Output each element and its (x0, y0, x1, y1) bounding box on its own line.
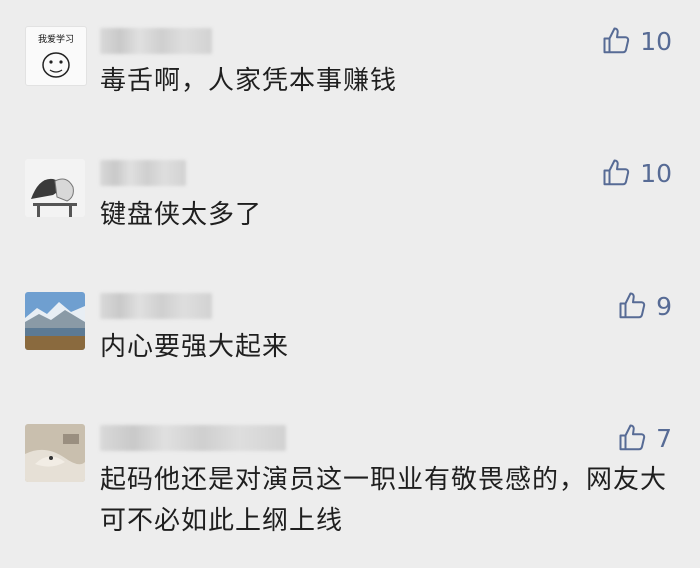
avatar[interactable]: 我爱学习 (25, 26, 87, 86)
like-count: 10 (640, 158, 672, 188)
avatar-image (25, 159, 85, 217)
like-button[interactable]: 9 (618, 289, 672, 323)
avatar-image (25, 424, 85, 482)
thumbs-up-icon (603, 27, 630, 54)
like-button[interactable]: 10 (602, 156, 672, 190)
comment-text: 内心要强大起来 (100, 332, 290, 362)
avatar-image: 我爱学习 (38, 33, 74, 78)
comment-text: 起码他还是对演员这一职业有敬畏感的，网友大可不必如此上纲上线 (100, 465, 668, 536)
thumbs-up-icon (603, 159, 630, 186)
avatar[interactable] (25, 292, 85, 350)
like-count: 7 (656, 423, 672, 453)
comment-text: 键盘侠太多了 (100, 200, 263, 230)
like-button[interactable]: 10 (602, 24, 672, 58)
username-blurred[interactable] (100, 160, 186, 186)
avatar-label: 我爱学习 (38, 33, 74, 45)
username-blurred[interactable] (100, 28, 212, 54)
username-blurred[interactable] (100, 425, 286, 451)
username-blurred[interactable] (100, 293, 212, 319)
avatar[interactable] (25, 424, 85, 482)
like-count: 9 (656, 291, 672, 321)
comment-text: 毒舌啊，人家凭本事赚钱 (100, 66, 398, 96)
avatar[interactable] (25, 159, 85, 217)
like-button[interactable]: 7 (618, 421, 672, 455)
thumbs-up-icon (619, 292, 646, 319)
thumbs-up-icon (619, 424, 646, 451)
like-count: 10 (640, 26, 672, 56)
avatar-image (25, 292, 85, 350)
